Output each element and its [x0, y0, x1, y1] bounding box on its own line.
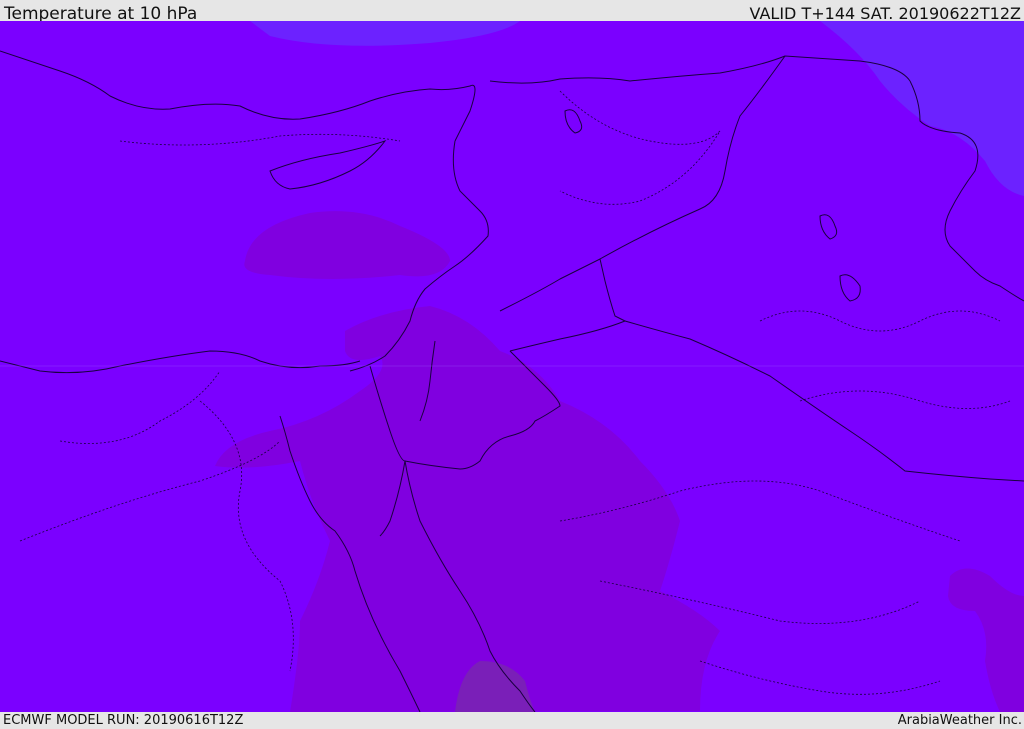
footer-bar: ECMWF MODEL RUN: 20190616T12Z ArabiaWeat… — [0, 712, 1024, 729]
weather-map — [0, 21, 1024, 712]
credit-label: ArabiaWeather Inc. — [897, 713, 1022, 728]
model-run-label: ECMWF MODEL RUN: 20190616T12Z — [3, 713, 244, 728]
map-canvas — [0, 21, 1024, 712]
header-bar: Temperature at 10 hPa VALID T+144 SAT. 2… — [0, 0, 1024, 24]
